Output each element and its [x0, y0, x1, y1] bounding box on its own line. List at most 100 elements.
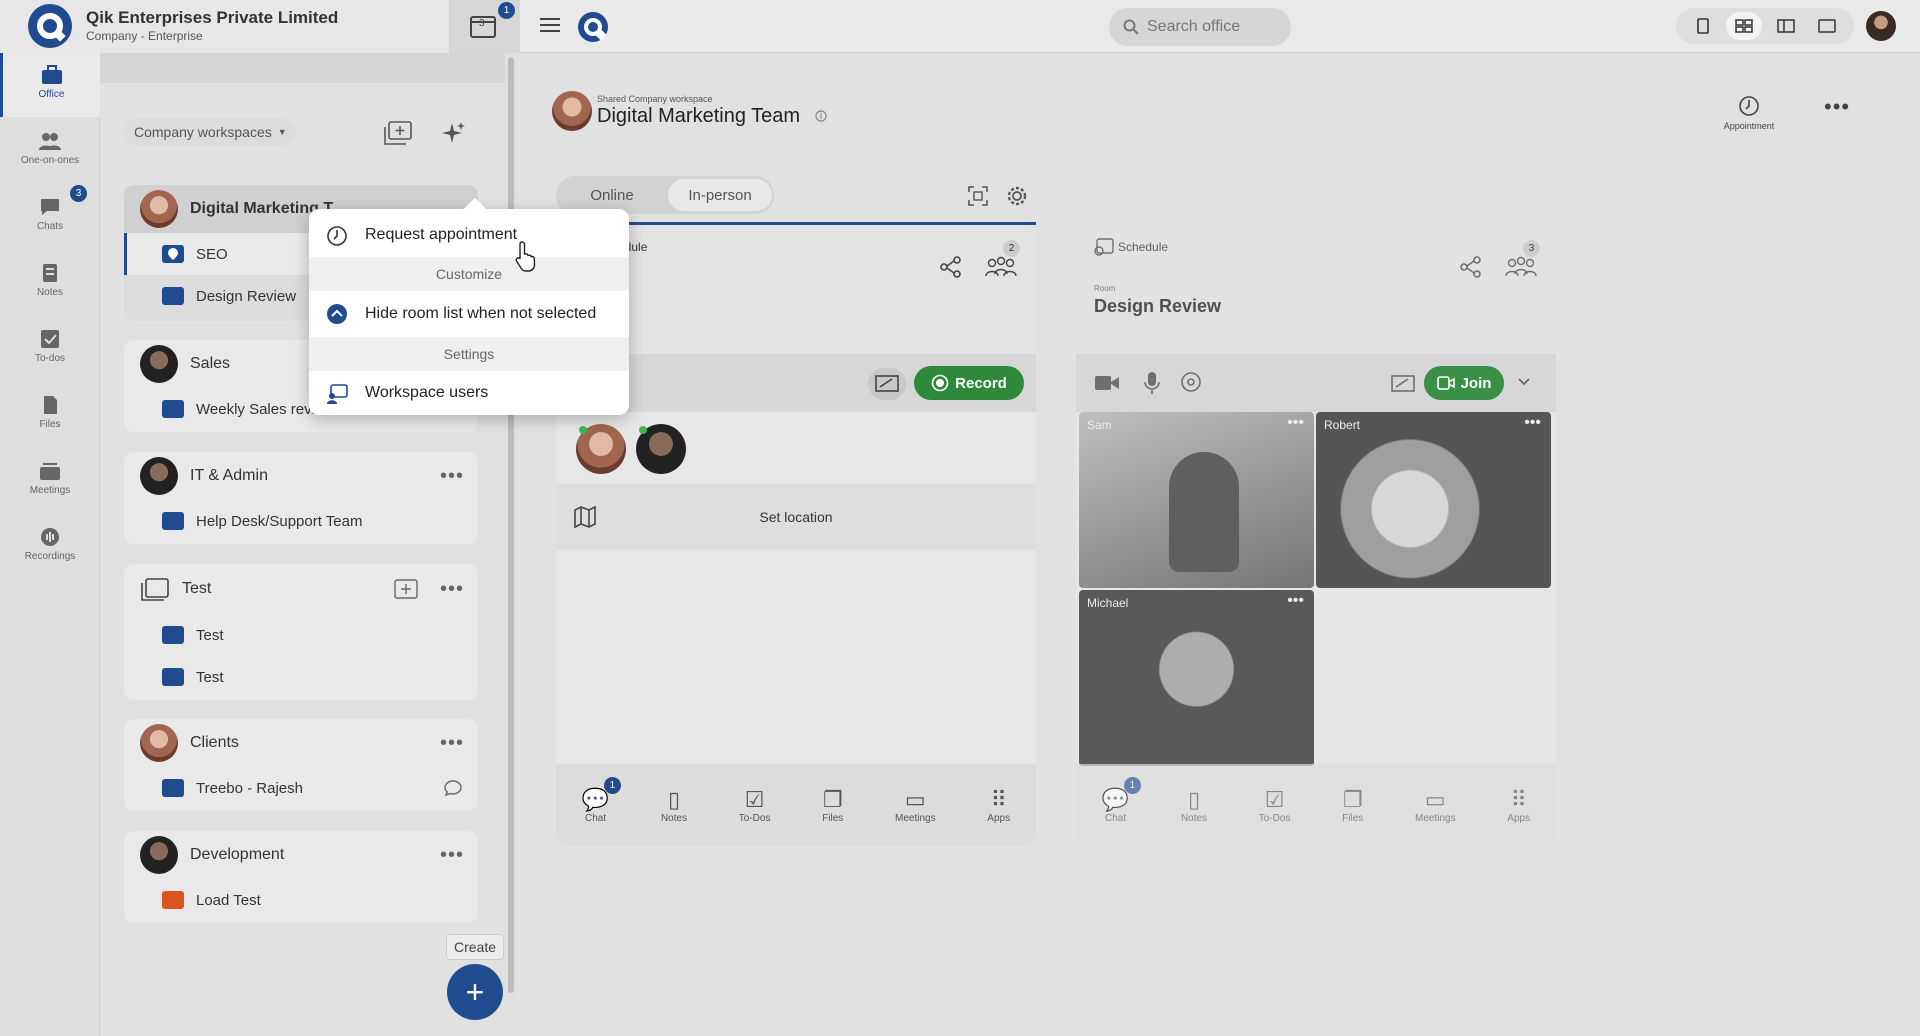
more-options-icon[interactable]: ••• — [1824, 94, 1850, 120]
group-header[interactable]: Test ••• — [124, 564, 478, 614]
chat-bubble-icon[interactable] — [444, 780, 462, 796]
footer-files[interactable]: ❐ Files — [1342, 787, 1363, 824]
footer-meetings[interactable]: ▭ Meetings — [895, 787, 936, 824]
footer-chat[interactable]: 💬 Chat 1 — [1102, 776, 1141, 824]
rail-one-on-ones[interactable]: One-on-ones — [0, 131, 100, 166]
rail-files[interactable]: Files — [0, 395, 100, 430]
workspace-group-clients[interactable]: Clients ••• Treebo - Rajesh — [124, 719, 478, 811]
rail-meetings[interactable]: Meetings — [0, 461, 100, 496]
layout-wide-icon[interactable] — [1809, 12, 1845, 40]
online-dot — [579, 426, 587, 434]
notes-icon: ▯ — [667, 786, 681, 812]
record-button[interactable]: Record — [914, 366, 1024, 400]
room-color-icon — [162, 891, 184, 909]
rail-recordings[interactable]: Recordings — [0, 527, 100, 562]
scan-icon[interactable] — [968, 186, 988, 206]
search-input[interactable] — [1147, 18, 1277, 36]
qik-home-icon[interactable] — [578, 12, 608, 42]
footer-todos[interactable]: ☑ To-Dos — [1259, 787, 1291, 824]
layout-sidebar-icon[interactable] — [1768, 12, 1804, 40]
video-camera-icon[interactable] — [1094, 373, 1120, 393]
record-label: Record — [955, 374, 1007, 392]
more-options-icon[interactable]: ••• — [1287, 414, 1304, 432]
menu-workspace-users[interactable]: Workspace users — [309, 371, 629, 415]
rail-office[interactable]: Office — [0, 53, 100, 117]
room-item[interactable]: Load Test — [124, 879, 478, 921]
workspace-group-development[interactable]: Development ••• Load Test — [124, 831, 478, 923]
menu-hide-room-list[interactable]: Hide room list when not selected — [309, 291, 629, 337]
group-header[interactable]: IT & Admin ••• — [124, 452, 478, 500]
search-box[interactable] — [1109, 8, 1291, 46]
more-options-icon[interactable]: ••• — [1287, 592, 1304, 610]
share-icon[interactable] — [1460, 256, 1482, 278]
workspace-subtitle: Shared Company workspace — [597, 94, 713, 104]
footer-notes[interactable]: ▯ Notes — [1181, 787, 1207, 824]
room-item[interactable]: Test — [124, 614, 478, 656]
participants-icon[interactable] — [1504, 256, 1538, 278]
rail-label: One-on-ones — [20, 155, 80, 166]
more-options-icon[interactable]: ••• — [1524, 414, 1541, 432]
checkbox-icon: ☑ — [744, 786, 765, 812]
chevron-down-icon[interactable] — [1518, 378, 1530, 386]
more-options-icon[interactable]: ••• — [440, 465, 464, 488]
video-tile[interactable]: Michael ••• — [1079, 590, 1314, 766]
workspace-users-icon — [327, 384, 348, 404]
footer-label: Apps — [1507, 812, 1531, 824]
participants-icon[interactable] — [984, 256, 1018, 278]
panel-scrollbar[interactable] — [505, 53, 517, 1036]
screen-settings-icon[interactable] — [1180, 371, 1202, 393]
appointment-button[interactable]: Appointment — [1716, 95, 1782, 131]
more-options-icon[interactable]: ••• — [440, 732, 464, 755]
calendar-button[interactable]: 3 1 — [450, 0, 520, 53]
layout-single-icon[interactable] — [1685, 12, 1721, 40]
set-location-row[interactable]: Set location — [556, 484, 1036, 550]
add-workspace-icon[interactable] — [384, 121, 412, 145]
add-room-icon[interactable] — [394, 579, 418, 599]
tab-online[interactable]: Online — [560, 180, 664, 210]
sparkle-icon[interactable] — [442, 121, 466, 145]
more-options-icon[interactable]: ••• — [440, 844, 464, 867]
video-tile[interactable]: Sam ••• — [1079, 412, 1314, 588]
whiteboard-icon[interactable] — [1384, 368, 1422, 400]
create-button[interactable]: + — [447, 964, 503, 1020]
group-header[interactable]: Clients ••• — [124, 719, 478, 767]
microphone-icon[interactable] — [1144, 371, 1160, 395]
footer-todos[interactable]: ☑ To-Dos — [739, 787, 771, 824]
user-avatar[interactable] — [1866, 11, 1896, 41]
video-tile[interactable]: Robert ••• — [1316, 412, 1551, 588]
footer-apps[interactable]: ⠿ Apps — [987, 787, 1010, 824]
hamburger-menu-icon[interactable] — [540, 17, 560, 33]
notes-icon: ▯ — [1187, 786, 1201, 812]
room-name: Design Review — [196, 287, 297, 305]
group-avatar — [140, 190, 178, 228]
room-item[interactable]: Treebo - Rajesh — [124, 767, 478, 809]
company-header[interactable]: Qik Enterprises Private Limited Company … — [0, 0, 450, 53]
share-icon[interactable] — [940, 256, 962, 278]
gear-icon[interactable] — [1006, 185, 1028, 207]
layout-grid-icon[interactable] — [1726, 12, 1763, 40]
room-item[interactable]: Test — [124, 656, 478, 698]
footer-files[interactable]: ❐ Files — [822, 787, 843, 824]
rail-todos[interactable]: To-dos — [0, 329, 100, 364]
footer-apps[interactable]: ⠿ Apps — [1507, 787, 1530, 824]
workspace-group-test[interactable]: Test ••• Test Test — [124, 564, 478, 700]
info-icon[interactable] — [815, 110, 827, 122]
participants-row — [556, 412, 1036, 484]
panel-header-strip — [100, 53, 505, 83]
rail-notes[interactable]: Notes — [0, 263, 100, 298]
workspace-group-it-admin[interactable]: IT & Admin ••• Help Desk/Support Team — [124, 452, 478, 544]
more-options-icon[interactable]: ••• — [440, 578, 464, 601]
footer-chat[interactable]: 💬 Chat 1 — [582, 776, 621, 824]
room-item[interactable]: Help Desk/Support Team — [124, 500, 478, 542]
footer-notes[interactable]: ▯ Notes — [661, 787, 687, 824]
footer-meetings[interactable]: ▭ Meetings — [1415, 787, 1456, 824]
group-header[interactable]: Development ••• — [124, 831, 478, 879]
rail-chats[interactable]: Chats 3 — [0, 185, 100, 232]
join-button[interactable]: Join — [1424, 366, 1504, 400]
menu-request-appointment[interactable]: Request appointment — [309, 213, 629, 257]
whiteboard-icon[interactable] — [868, 368, 906, 400]
workspace-context-menu: Request appointment Customize Hide room … — [309, 209, 629, 415]
room-color-icon — [162, 287, 184, 305]
tab-in-person[interactable]: In-person — [668, 179, 772, 211]
workspace-selector[interactable]: Company workspaces ▼ — [124, 118, 297, 146]
